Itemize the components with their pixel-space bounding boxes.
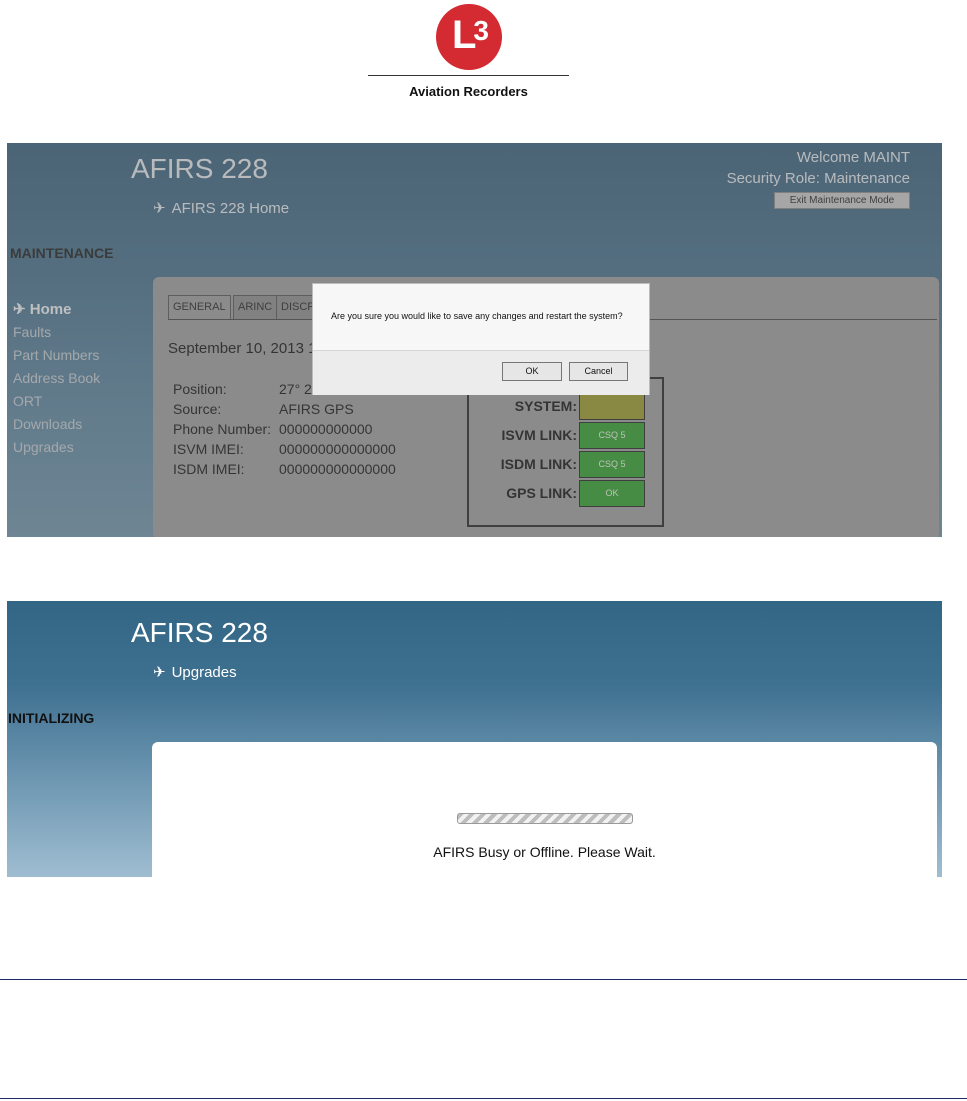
restart-confirm-dialog: Are you sure you would like to save any …: [312, 283, 650, 395]
footer-rule-top: [0, 979, 967, 980]
cancel-button[interactable]: Cancel: [569, 362, 628, 381]
breadcrumb: ✈ Upgrades: [153, 664, 237, 681]
main-panel: AFIRS Busy or Offline. Please Wait.: [152, 742, 937, 877]
l3-logo-mark: L3: [436, 4, 502, 70]
busy-progress-bar: [457, 813, 633, 824]
l3-logo: L3 Aviation Recorders: [368, 4, 569, 104]
screenshot-initializing: AFIRS 228 ✈ Upgrades INITIALIZING AFIRS B…: [7, 601, 942, 877]
mode-label: INITIALIZING: [8, 710, 95, 726]
logo-caption: Aviation Recorders: [409, 84, 528, 99]
dialog-message: Are you sure you would like to save any …: [331, 311, 623, 321]
logo-divider: [368, 75, 569, 76]
app-title: AFIRS 228: [131, 617, 268, 648]
screenshot-restart-confirm: AFIRS 228 ✈ AFIRS 228 Home Welcome MAINT …: [7, 143, 942, 537]
airplane-icon: ✈: [153, 664, 166, 681]
dialog-footer: OK Cancel: [313, 350, 649, 395]
status-message: AFIRS Busy or Offline. Please Wait.: [433, 844, 656, 860]
footer-rule-bottom: [0, 1098, 967, 1099]
ok-button[interactable]: OK: [502, 362, 562, 381]
